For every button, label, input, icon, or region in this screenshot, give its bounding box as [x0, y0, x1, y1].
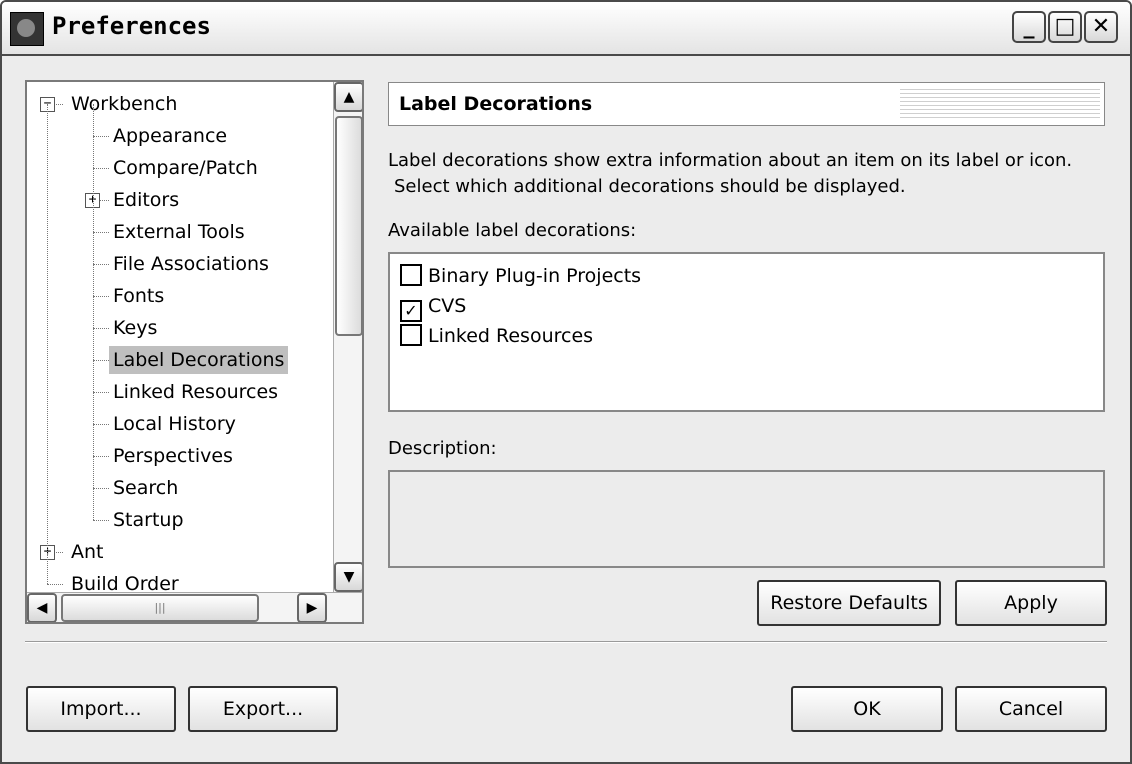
tree-connector	[93, 296, 109, 297]
import-button[interactable]: Import...	[26, 686, 176, 732]
tree-item[interactable]: Label Decorations	[109, 346, 289, 374]
tree-item[interactable]: Linked Resources	[109, 378, 282, 406]
tree-item[interactable]: Fonts	[109, 282, 168, 310]
tree-item[interactable]: Perspectives	[109, 442, 237, 470]
tree-item[interactable]: Build Order	[67, 570, 183, 592]
tree-item[interactable]: Workbench	[67, 90, 181, 118]
tree-item[interactable]: Appearance	[109, 122, 231, 150]
available-decorations-label: Available label decorations:	[388, 220, 637, 241]
maximize-icon[interactable]: □	[1048, 11, 1082, 43]
decoration-item[interactable]: Linked Resources	[400, 322, 593, 350]
decorations-list: Binary Plug-in Projects ✓ CVS Linked Resour…	[388, 252, 1105, 412]
apply-button[interactable]: Apply	[955, 580, 1107, 626]
tree-guide	[47, 104, 48, 584]
header-decoration	[900, 87, 1100, 121]
tree-item[interactable]: Local History	[109, 410, 240, 438]
decoration-label: Binary Plug-in Projects	[428, 265, 642, 287]
tree-guide	[93, 104, 94, 520]
restore-defaults-button[interactable]: Restore Defaults	[757, 580, 941, 626]
horizontal-scroll-thumb[interactable]: |||	[61, 594, 259, 622]
vertical-scrollbar[interactable]: ▲ ▼	[333, 82, 362, 592]
window-title: Preferences	[52, 12, 211, 40]
vertical-scroll-thumb[interactable]	[335, 116, 362, 336]
tree-connector	[93, 392, 109, 393]
cancel-button[interactable]: Cancel	[955, 686, 1107, 732]
scroll-left-icon[interactable]: ◀	[27, 593, 57, 622]
checkbox-unchecked-icon[interactable]	[400, 264, 422, 286]
tree-item[interactable]: Compare/Patch	[109, 154, 262, 182]
tree-connector	[93, 456, 109, 457]
preference-tree[interactable]: − Workbench Appearance Compare/Patch + Editor…	[25, 80, 364, 624]
decoration-item[interactable]: ✓ CVS	[400, 292, 467, 322]
tree-body: − Workbench Appearance Compare/Patch + Editor…	[27, 82, 333, 592]
ok-button[interactable]: OK	[791, 686, 943, 732]
tree-connector	[93, 264, 109, 265]
description-line-2: Select which additional decorations shou…	[394, 176, 906, 197]
description-line-1: Label decorations show extra information…	[388, 150, 1073, 171]
tree-item[interactable]: Search	[109, 474, 182, 502]
tree-item[interactable]: File Associations	[109, 250, 273, 278]
tree-item[interactable]: External Tools	[109, 218, 249, 246]
app-icon	[10, 12, 44, 46]
decoration-label: CVS	[428, 295, 467, 317]
tree-connector	[47, 584, 63, 585]
page-header: Label Decorations	[388, 82, 1105, 126]
tree-connector	[93, 424, 109, 425]
horizontal-scrollbar[interactable]: ◀ ||| ▶	[27, 592, 362, 622]
tree-connector	[93, 136, 109, 137]
tree-connector	[93, 232, 109, 233]
tree-connector	[93, 360, 109, 361]
tree-connector	[93, 168, 109, 169]
tree-item[interactable]: Keys	[109, 314, 161, 342]
export-button[interactable]: Export...	[188, 686, 338, 732]
checkbox-checked-icon[interactable]: ✓	[400, 300, 422, 322]
close-icon[interactable]: ✕	[1084, 11, 1118, 43]
tree-connector	[93, 328, 109, 329]
tree-connector	[93, 520, 109, 521]
decoration-label: Linked Resources	[428, 325, 594, 347]
description-label: Description:	[388, 438, 497, 459]
scroll-right-icon[interactable]: ▶	[297, 593, 327, 622]
tree-item[interactable]: Editors	[109, 186, 183, 214]
decoration-item[interactable]: Binary Plug-in Projects	[400, 262, 641, 290]
page-description: Label decorations show extra information…	[388, 148, 1072, 200]
footer-divider	[25, 641, 1107, 643]
description-box	[388, 470, 1105, 568]
scroll-up-icon[interactable]: ▲	[334, 82, 362, 112]
tree-item[interactable]: Ant	[67, 538, 108, 566]
scroll-down-icon[interactable]: ▼	[334, 562, 362, 592]
minimize-icon[interactable]: _	[1012, 11, 1046, 43]
page-title: Label Decorations	[399, 93, 593, 115]
tree-connector	[93, 488, 109, 489]
checkbox-unchecked-icon[interactable]	[400, 324, 422, 346]
tree-item[interactable]: Startup	[109, 506, 188, 534]
title-bar[interactable]: Preferences _ □ ✕	[2, 2, 1130, 56]
